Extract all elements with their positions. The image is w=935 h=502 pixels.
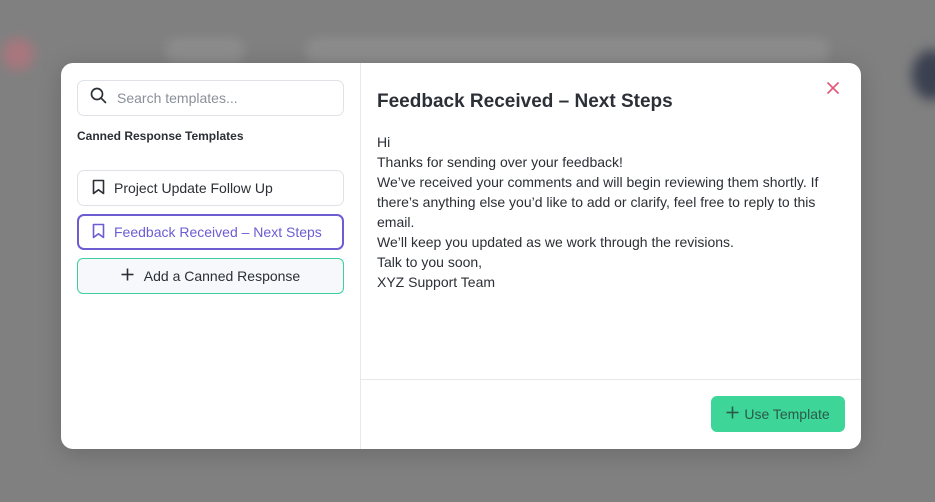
preview-body: Hi Thanks for sending over your feedback… xyxy=(377,132,822,292)
add-canned-response-button[interactable]: Add a Canned Response xyxy=(77,258,344,294)
search-input[interactable] xyxy=(117,90,333,106)
preview-body-line: Talk to you soon, xyxy=(377,254,483,270)
bookmark-icon xyxy=(92,223,105,242)
add-button-label: Add a Canned Response xyxy=(143,268,301,284)
template-item-label: Feedback Received – Next Steps xyxy=(114,224,322,240)
template-preview: Feedback Received – Next Steps Hi Thanks… xyxy=(361,63,861,449)
template-item-label: Project Update Follow Up xyxy=(114,180,273,196)
canned-response-modal: Canned Response Templates Project Update… xyxy=(61,63,861,449)
preview-body-line: XYZ Support Team xyxy=(377,274,496,290)
use-button-label: Use Template xyxy=(744,406,830,422)
preview-body-line: We’ll keep you updated as we work throug… xyxy=(377,234,734,250)
plus-icon xyxy=(121,268,134,284)
background-blob xyxy=(912,50,935,100)
bookmark-icon xyxy=(92,179,105,198)
preview-body-line: Hi xyxy=(377,134,391,150)
plus-icon xyxy=(726,406,739,422)
search-box[interactable] xyxy=(77,80,344,116)
background-blob xyxy=(2,38,34,70)
section-title: Canned Response Templates xyxy=(77,129,244,143)
use-template-button[interactable]: Use Template xyxy=(711,396,845,432)
template-item-feedback-received[interactable]: Feedback Received – Next Steps xyxy=(77,214,344,250)
preview-title: Feedback Received – Next Steps xyxy=(377,91,673,112)
modal-footer: Use Template xyxy=(361,379,861,449)
template-list: Project Update Follow Up Feedback Receiv… xyxy=(77,170,344,250)
preview-body-line: We’ve received your comments and will be… xyxy=(377,174,819,230)
template-sidebar: Canned Response Templates Project Update… xyxy=(61,63,361,449)
search-icon xyxy=(90,87,107,109)
close-icon xyxy=(827,81,839,98)
close-button[interactable] xyxy=(827,81,843,97)
background-bar xyxy=(305,38,830,64)
preview-body-line: Thanks for sending over your feedback! xyxy=(377,154,623,170)
background-bar xyxy=(165,38,245,64)
template-item-project-update[interactable]: Project Update Follow Up xyxy=(77,170,344,206)
